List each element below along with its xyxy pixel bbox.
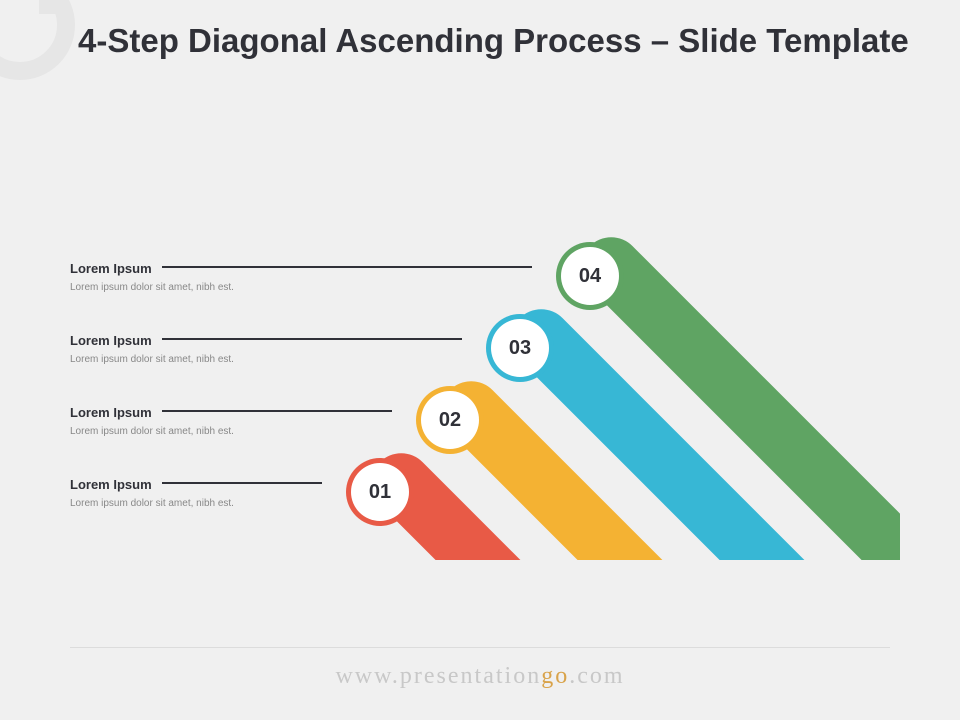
footer-divider xyxy=(70,647,890,648)
slide-title: 4-Step Diagonal Ascending Process – Slid… xyxy=(78,22,920,60)
footer-mid-b: g xyxy=(541,663,555,689)
step-3-line xyxy=(162,338,462,340)
step-2-label: Lorem Ipsum Lorem ipsum dolor sit amet, … xyxy=(70,404,392,437)
logo-corner-icon xyxy=(0,0,75,80)
step-4-title: Lorem Ipsum xyxy=(70,261,152,276)
footer-mid-c: o xyxy=(555,663,569,689)
step-1-number: 01 xyxy=(351,463,409,521)
step-4-number: 04 xyxy=(561,247,619,305)
step-3-label: Lorem Ipsum Lorem ipsum dolor sit amet, … xyxy=(70,332,462,365)
step-2-circle: 02 xyxy=(416,386,484,454)
step-3-circle: 03 xyxy=(486,314,554,382)
footer-mid-a: presentation xyxy=(400,663,541,689)
step-4-subtitle: Lorem ipsum dolor sit amet, nibh est. xyxy=(70,282,532,293)
step-2-line xyxy=(162,410,392,412)
step-3-title: Lorem Ipsum xyxy=(70,333,152,348)
step-4-circle: 04 xyxy=(556,242,624,310)
diagonal-process-diagram: 04 03 02 01 Lorem Ipsum Lorem ipsum dolo… xyxy=(70,220,900,560)
step-1-label: Lorem Ipsum Lorem ipsum dolor sit amet, … xyxy=(70,476,322,509)
slide: 4-Step Diagonal Ascending Process – Slid… xyxy=(0,0,960,720)
step-2-title: Lorem Ipsum xyxy=(70,405,152,420)
step-1-title: Lorem Ipsum xyxy=(70,477,152,492)
footer-post: .com xyxy=(569,663,624,689)
step-3-number: 03 xyxy=(491,319,549,377)
step-1-subtitle: Lorem ipsum dolor sit amet, nibh est. xyxy=(70,498,322,509)
step-3-subtitle: Lorem ipsum dolor sit amet, nibh est. xyxy=(70,354,462,365)
step-4-line xyxy=(162,266,532,268)
step-2-subtitle: Lorem ipsum dolor sit amet, nibh est. xyxy=(70,426,392,437)
footer-url: www.presentationgo.com xyxy=(0,663,960,690)
step-1-line xyxy=(162,482,322,484)
step-1-circle: 01 xyxy=(346,458,414,526)
footer-pre: www. xyxy=(335,663,399,689)
step-2-number: 02 xyxy=(421,391,479,449)
step-4-label: Lorem Ipsum Lorem ipsum dolor sit amet, … xyxy=(70,260,532,293)
